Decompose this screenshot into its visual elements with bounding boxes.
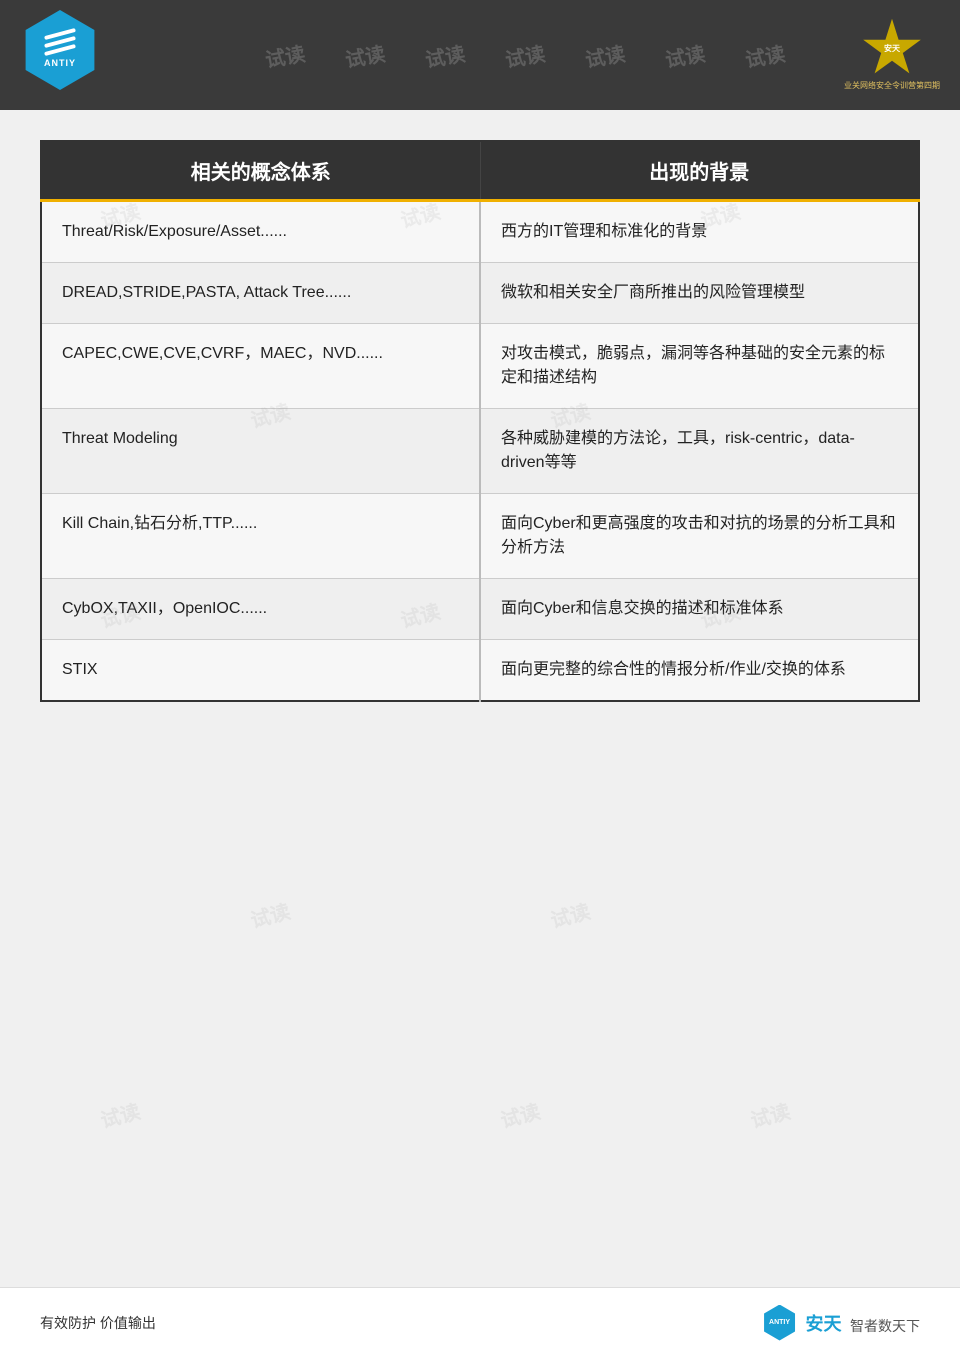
header-wm-2: 试读 xyxy=(343,41,387,70)
table-row-0: Threat/Risk/Exposure/Asset......西方的IT管理和… xyxy=(41,201,919,263)
header-badge: 安天 业关网络安全令训营第四期 xyxy=(844,19,940,91)
footer-brand: 安天 xyxy=(806,1314,842,1334)
logo-hexagon: ANTIY xyxy=(20,10,100,90)
body-wm-10: 试读 xyxy=(547,895,593,933)
table-row-2: CAPEC,CWE,CVE,CVRF，MAEC，NVD......对攻击模式，脆… xyxy=(41,324,919,409)
cell-left-5: CybOX,TAXII，OpenIOC...... xyxy=(41,579,480,640)
cell-left-0: Threat/Risk/Exposure/Asset...... xyxy=(41,201,480,263)
table-row-4: Kill Chain,钻石分析,TTP......面向Cyber和更高强度的攻击… xyxy=(41,494,919,579)
header-wm-4: 试读 xyxy=(503,41,547,70)
body-wm-11: 试读 xyxy=(97,1095,143,1133)
header-wm-5: 试读 xyxy=(583,41,627,70)
footer-brand-sub: 智者数天下 xyxy=(850,1317,920,1333)
cell-right-6: 面向更完整的综合性的情报分析/作业/交换的体系 xyxy=(480,640,919,702)
cell-right-1: 微软和相关安全厂商所推出的风险管理模型 xyxy=(480,263,919,324)
header-wm-7: 试读 xyxy=(743,41,787,70)
table-row-6: STIX面向更完整的综合性的情报分析/作业/交换的体系 xyxy=(41,640,919,702)
footer-tagline: 有效防护 价值输出 xyxy=(40,1313,156,1333)
footer-brand-area: ANTIY 安天 智者数天下 xyxy=(762,1305,920,1341)
footer-brand-container: 安天 智者数天下 xyxy=(806,1310,920,1336)
header-wm-3: 试读 xyxy=(423,41,467,70)
badge-text: 业关网络安全令训营第四期 xyxy=(844,81,940,91)
header-wm-1: 试读 xyxy=(263,41,307,70)
main-content: 相关的概念体系 出现的背景 Threat/Risk/Exposure/Asset… xyxy=(0,110,960,732)
main-table: 相关的概念体系 出现的背景 Threat/Risk/Exposure/Asset… xyxy=(40,140,920,702)
logo-area: ANTIY xyxy=(20,10,110,100)
footer-logo-icon: ANTIY xyxy=(762,1305,798,1341)
body-wm-12: 试读 xyxy=(497,1095,543,1133)
cell-right-3: 各种威胁建模的方法论，工具，risk-centric，data-driven等等 xyxy=(480,409,919,494)
col2-header: 出现的背景 xyxy=(480,141,919,201)
cell-left-6: STIX xyxy=(41,640,480,702)
cell-left-2: CAPEC,CWE,CVE,CVRF，MAEC，NVD...... xyxy=(41,324,480,409)
footer: 有效防护 价值输出 ANTIY 安天 智者数天下 xyxy=(0,1287,960,1357)
table-row-5: CybOX,TAXII，OpenIOC......面向Cyber和信息交换的描述… xyxy=(41,579,919,640)
body-wm-9: 试读 xyxy=(247,895,293,933)
table-row-3: Threat Modeling各种威胁建模的方法论，工具，risk-centri… xyxy=(41,409,919,494)
logo-text: ANTIY xyxy=(44,58,76,68)
body-wm-13: 试读 xyxy=(747,1095,793,1133)
header: ANTIY 试读 试读 试读 试读 试读 试读 试读 安天 业关网络安全令训营第… xyxy=(0,0,960,110)
table-header-row: 相关的概念体系 出现的背景 xyxy=(41,141,919,201)
cell-right-2: 对攻击模式，脆弱点，漏洞等各种基础的安全元素的标定和描述结构 xyxy=(480,324,919,409)
table-row-1: DREAD,STRIDE,PASTA, Attack Tree......微软和… xyxy=(41,263,919,324)
header-wm-6: 试读 xyxy=(663,41,707,70)
cell-right-5: 面向Cyber和信息交换的描述和标准体系 xyxy=(480,579,919,640)
cell-right-0: 西方的IT管理和标准化的背景 xyxy=(480,201,919,263)
cell-left-1: DREAD,STRIDE,PASTA, Attack Tree...... xyxy=(41,263,480,324)
cell-left-3: Threat Modeling xyxy=(41,409,480,494)
col1-header: 相关的概念体系 xyxy=(41,141,480,201)
cell-left-4: Kill Chain,钻石分析,TTP...... xyxy=(41,494,480,579)
cell-right-4: 面向Cyber和更高强度的攻击和对抗的场景的分析工具和分析方法 xyxy=(480,494,919,579)
header-watermarks: 试读 试读 试读 试读 试读 试读 试读 xyxy=(110,41,940,70)
